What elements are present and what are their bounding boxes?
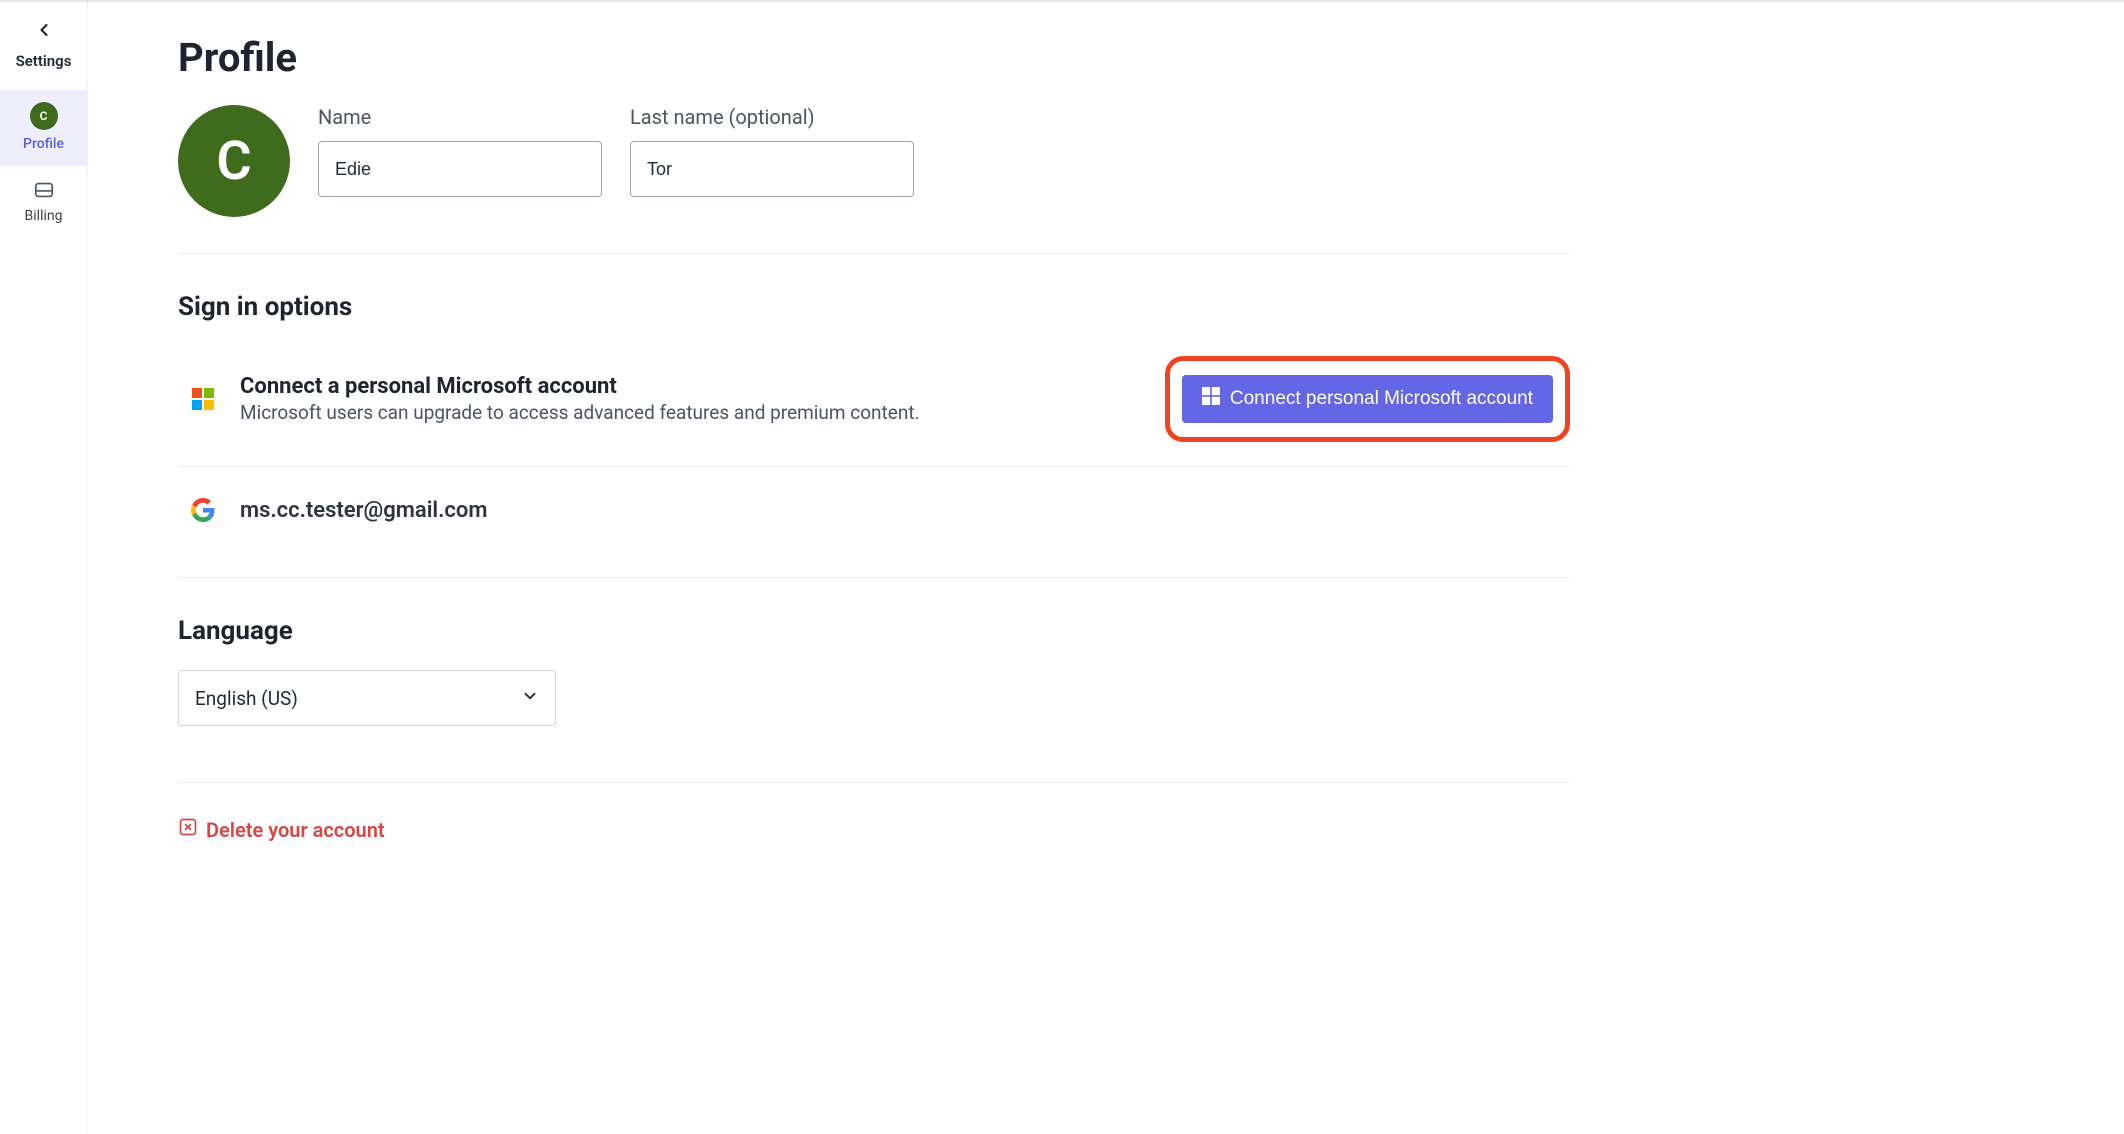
wallet-icon — [32, 178, 56, 202]
microsoft-connect-subtitle: Microsoft users can upgrade to access ad… — [240, 401, 1141, 424]
connect-microsoft-button[interactable]: Connect personal Microsoft account — [1182, 375, 1553, 423]
microsoft-connect-title: Connect a personal Microsoft account — [240, 374, 1141, 399]
sidebar-item-profile[interactable]: C Profile — [0, 90, 87, 166]
highlight-annotation: Connect personal Microsoft account — [1165, 356, 1570, 442]
first-name-group: Name — [318, 105, 602, 197]
close-square-icon — [178, 817, 198, 842]
chevron-down-icon — [521, 687, 539, 710]
last-name-group: Last name (optional) — [630, 105, 914, 197]
back-icon[interactable] — [34, 20, 54, 46]
sidebar: Settings C Profile Billing — [0, 2, 88, 1134]
microsoft-text-block: Connect a personal Microsoft account Mic… — [240, 374, 1141, 424]
windows-icon — [1202, 387, 1220, 411]
connect-microsoft-button-label: Connect personal Microsoft account — [1230, 388, 1533, 410]
profile-info-row: C Name Last name (optional) — [178, 105, 1570, 254]
avatar-icon: C — [30, 102, 58, 130]
delete-account-label: Delete your account — [206, 818, 385, 842]
google-icon — [190, 497, 216, 523]
language-select[interactable]: English (US) — [178, 670, 556, 726]
signin-row-microsoft: Connect a personal Microsoft account Mic… — [178, 346, 1570, 467]
sidebar-title: Settings — [16, 52, 72, 70]
signin-options-block: Connect a personal Microsoft account Mic… — [178, 346, 1570, 578]
signin-section-title: Sign in options — [178, 292, 1570, 322]
main-content: Profile C Name Last name (optional) Sign… — [88, 2, 1588, 1134]
google-email: ms.cc.tester@gmail.com — [240, 498, 487, 523]
language-selected-value: English (US) — [195, 687, 298, 710]
sidebar-item-label: Billing — [25, 208, 63, 224]
profile-avatar[interactable]: C — [178, 105, 290, 217]
sidebar-item-billing[interactable]: Billing — [0, 166, 87, 238]
sidebar-item-label: Profile — [23, 136, 64, 152]
delete-account-link[interactable]: Delete your account — [178, 817, 385, 842]
language-section-title: Language — [178, 616, 1570, 646]
last-name-label: Last name (optional) — [630, 105, 914, 129]
last-name-input[interactable] — [630, 141, 914, 197]
first-name-input[interactable] — [318, 141, 602, 197]
first-name-label: Name — [318, 105, 602, 129]
signin-row-google: ms.cc.tester@gmail.com — [178, 467, 1570, 553]
microsoft-icon — [190, 386, 216, 412]
page-title: Profile — [178, 34, 1570, 81]
language-section: Language English (US) — [178, 616, 1570, 783]
